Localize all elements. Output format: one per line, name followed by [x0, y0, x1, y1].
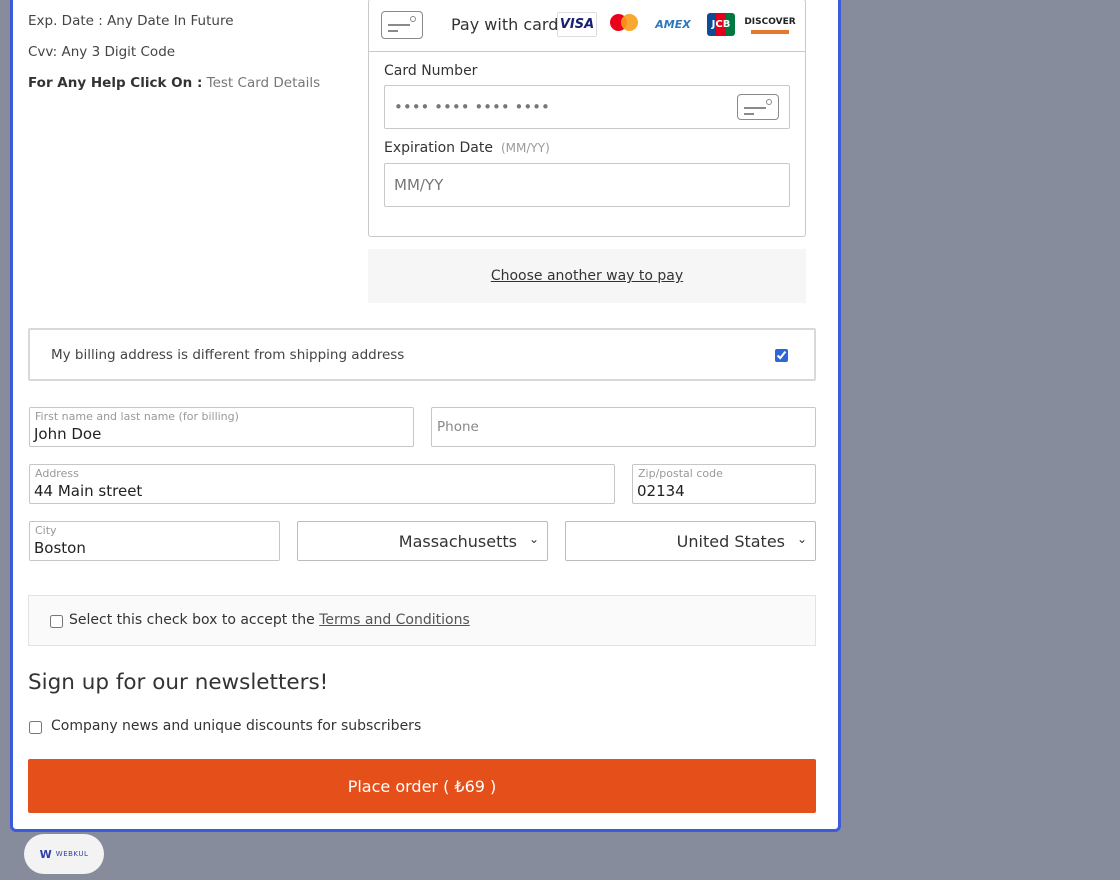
address-value: 44 Main street — [34, 482, 143, 500]
card-form-header: Pay with card VISA AMEX JCB DISCOVER — [369, 0, 805, 52]
expiration-label-text: Expiration Date — [384, 140, 493, 156]
webkul-logo-icon: W — [39, 847, 52, 861]
chevron-down-icon: ⌄ — [796, 532, 807, 546]
newsletter-checkbox[interactable] — [29, 721, 42, 734]
state-value: Massachusetts — [398, 532, 517, 551]
expiration-hint: (MM/YY) — [500, 141, 550, 155]
billing-name-field[interactable]: First name and last name (for billing) J… — [29, 407, 414, 447]
terms-checkbox[interactable] — [50, 615, 63, 628]
card-payment-form: Pay with card VISA AMEX JCB DISCOVER Car… — [368, 0, 806, 237]
newsletter-option-label: Company news and unique discounts for su… — [51, 718, 422, 734]
country-value: United States — [676, 532, 785, 551]
city-value: Boston — [34, 539, 86, 557]
choose-another-way-button[interactable]: Choose another way to pay — [368, 249, 806, 303]
terms-box: Select this check box to accept the Term… — [28, 595, 816, 646]
city-field[interactable]: City Boston — [29, 521, 280, 561]
city-label: City — [35, 524, 57, 537]
card-number-placeholder: •••• •••• •••• •••• — [394, 98, 550, 116]
billing-name-label: First name and last name (for billing) — [35, 410, 239, 423]
country-select[interactable]: United States ⌄ — [565, 521, 816, 561]
address-label: Address — [35, 467, 79, 480]
amex-logo-icon: AMEX — [655, 18, 691, 31]
newsletter-title: Sign up for our newsletters! — [28, 670, 329, 695]
webkul-badge[interactable]: W WEBKUL — [24, 834, 104, 874]
expiration-date-label: Expiration Date (MM/YY) — [384, 140, 550, 156]
discover-logo-icon: DISCOVER — [744, 14, 796, 34]
card-number-input[interactable]: •••• •••• •••• •••• — [384, 85, 790, 129]
test-exp-date: Exp. Date : Any Date In Future — [28, 13, 234, 29]
billing-different-label: My billing address is different from shi… — [51, 347, 405, 363]
test-cvv: Cvv: Any 3 Digit Code — [28, 44, 176, 60]
choose-another-way-label: Choose another way to pay — [490, 268, 684, 284]
address-field[interactable]: Address 44 Main street — [29, 464, 615, 504]
state-select[interactable]: Massachusetts ⌄ — [297, 521, 548, 561]
card-number-card-icon — [737, 94, 779, 120]
terms-text: Select this check box to accept the — [69, 612, 315, 628]
pay-with-card-label: Pay with card — [451, 15, 559, 34]
terms-link[interactable]: Terms and Conditions — [319, 612, 470, 628]
phone-placeholder: Phone — [437, 419, 479, 435]
webkul-badge-text: WEBKUL — [55, 850, 89, 858]
terms-label: Select this check box to accept the Term… — [69, 612, 470, 628]
chevron-down-icon: ⌄ — [528, 532, 539, 546]
card-number-label: Card Number — [384, 63, 478, 79]
expiration-date-input[interactable]: MM/YY — [384, 163, 790, 207]
mastercard-logo-icon — [609, 12, 639, 37]
zip-label: Zip/postal code — [638, 467, 723, 480]
jcb-logo-icon: JCB — [707, 13, 735, 36]
test-help: For Any Help Click On : Test Card Detail… — [28, 75, 320, 91]
credit-card-icon — [381, 11, 423, 39]
zip-value: 02134 — [637, 482, 685, 500]
zip-field[interactable]: Zip/postal code 02134 — [632, 464, 816, 504]
billing-different-box: My billing address is different from shi… — [28, 328, 816, 381]
visa-logo-icon: VISA — [557, 12, 597, 37]
phone-field[interactable]: Phone — [431, 407, 816, 447]
billing-name-value: John Doe — [34, 425, 102, 443]
test-card-details-link[interactable]: Test Card Details — [207, 75, 321, 91]
place-order-button[interactable]: Place order ( ₺69 ) — [28, 759, 816, 813]
billing-different-checkbox[interactable] — [775, 349, 788, 362]
help-label: For Any Help Click On : — [28, 75, 203, 91]
